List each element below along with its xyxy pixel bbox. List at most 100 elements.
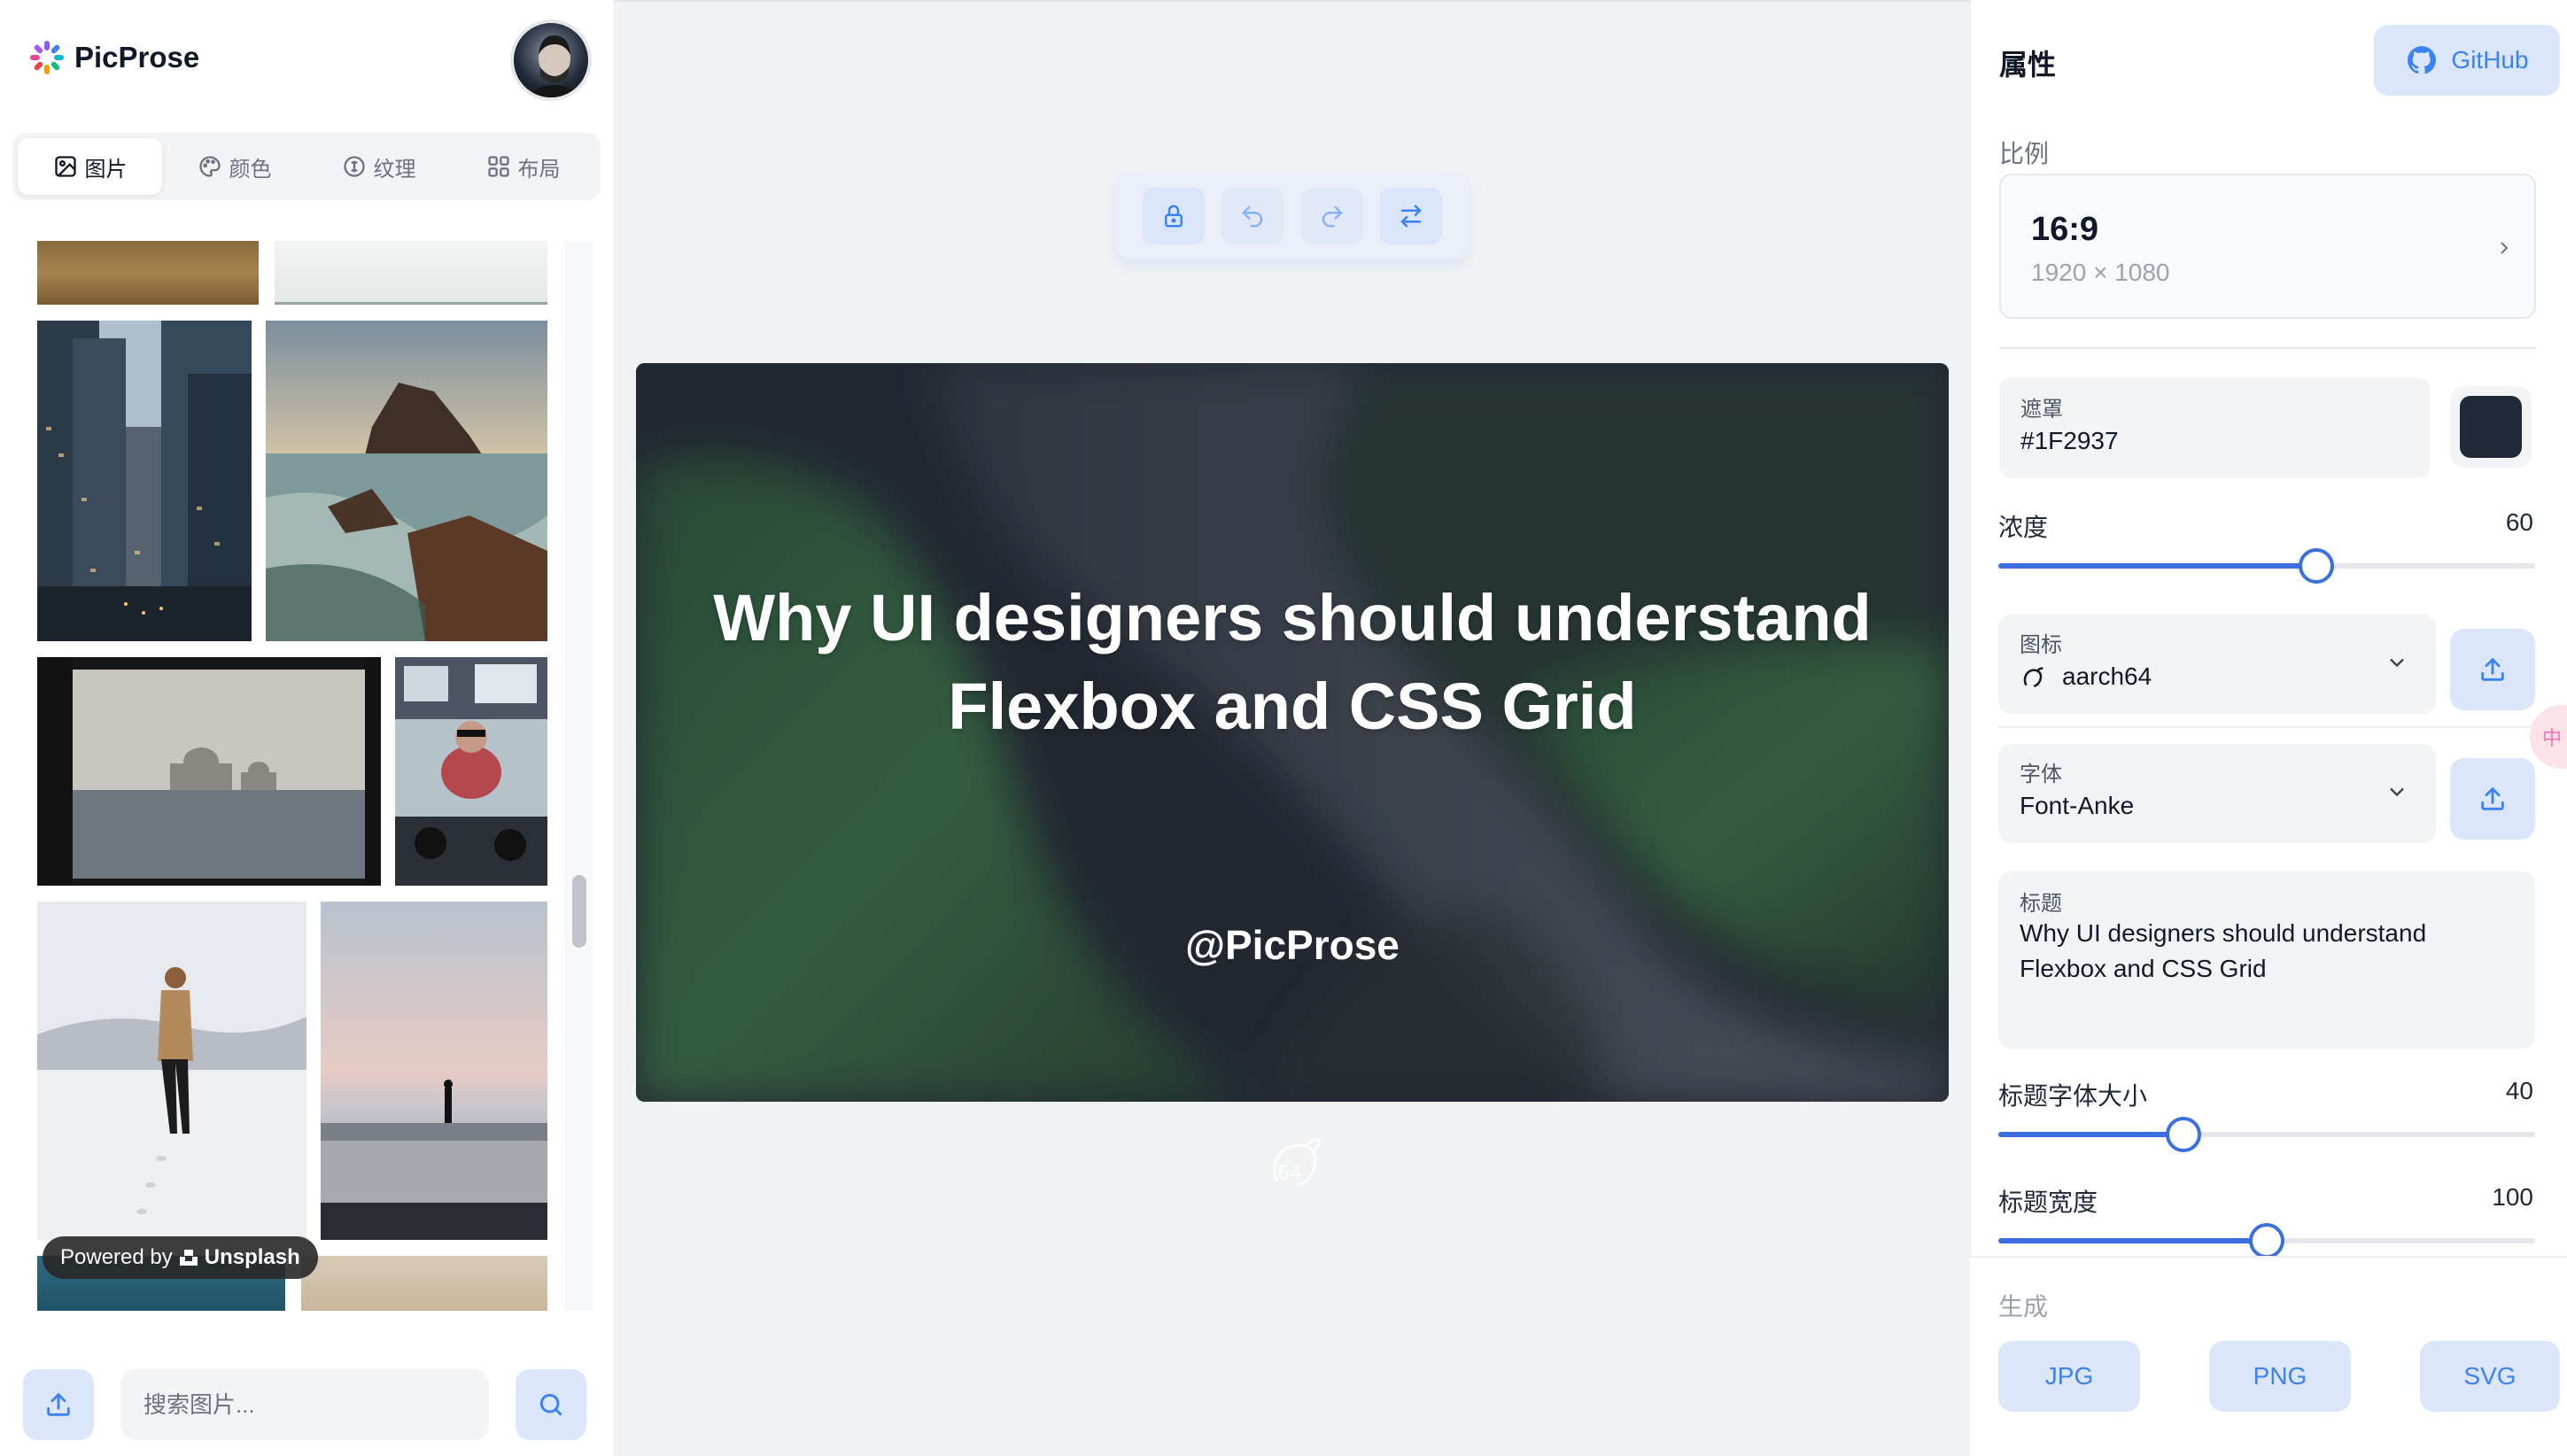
gallery-image-dj[interactable] [395,657,547,886]
github-icon [2408,46,2437,74]
gallery-scrollbar-thumb[interactable] [572,875,586,948]
opacity-value: 60 [2505,508,2533,536]
opacity-slider-knob[interactable] [2299,548,2334,584]
tab-layout[interactable]: 布局 [451,138,595,195]
image-icon [54,156,76,177]
ratio-selector[interactable]: 16:9 1920 × 1080 [1999,174,2536,319]
lock-button[interactable] [1142,188,1205,244]
mask-value: #1F2937 [2020,427,2119,454]
chevron-right-icon [2501,242,2509,254]
unsplash-brand: Unsplash [204,1245,300,1269]
gallery-image-mist[interactable] [275,241,547,305]
gallery-scrollbar-track[interactable] [565,241,593,1311]
search-input[interactable] [120,1369,489,1440]
canvas-toolbar [1116,174,1469,259]
icon-label: 图标 [2020,633,2062,657]
heading-textarea[interactable]: 标题 Why UI designers should understand Fl… [1998,871,2535,1049]
opacity-label: 浓度 [1998,514,2049,541]
side-float-tab-label: 中 [2542,727,2563,749]
preview-canvas[interactable]: Why UI designers should understand Flexb… [636,363,1949,1102]
export-svg-button[interactable]: SVG [2420,1341,2560,1412]
title-width-label: 标题宽度 [1998,1189,2098,1216]
app-logo[interactable]: PicProse [28,39,199,76]
unsplash-logo-icon [179,1250,198,1266]
title-size-slider[interactable] [1998,1117,2535,1152]
tab-texture-label: 纹理 [373,157,416,182]
gallery-image-skyscrapers[interactable] [37,321,252,641]
logo-icon [30,41,64,74]
icon-value: aarch64 [2062,662,2152,690]
title-size-value: 40 [2505,1077,2533,1104]
gallery-image-venice-window[interactable] [37,657,381,886]
canvas-title-line2: Flexbox and CSS Grid [948,670,1637,743]
upload-icon-button[interactable] [2450,629,2535,710]
title-width-slider-knob[interactable] [2249,1223,2284,1259]
title-width-value: 100 [2492,1183,2533,1211]
gallery-image-desert-man[interactable] [37,902,306,1240]
aarch64-watermark-icon: 64 [1261,1130,1325,1194]
chevron-down-icon [2390,658,2404,668]
redo-icon [1322,205,1343,228]
ratio-label: 比例 [1999,140,2050,167]
font-label: 字体 [2020,763,2062,786]
github-label: GitHub [2451,46,2529,74]
upload-font-button[interactable] [2450,758,2535,840]
ratio-size: 1920 × 1080 [2031,259,2170,286]
icon-select[interactable]: 图标 aarch64 [1998,615,2436,714]
panel-title: 属性 [1999,49,2057,81]
lock-icon [1164,205,1183,228]
undo-icon [1242,205,1263,228]
font-value: Font-Anke [2020,792,2135,819]
source-tabs: 图片 颜色 纹理 布局 [12,133,601,200]
canvas-title-line1: Why UI designers should understand [713,581,1872,654]
tab-image[interactable]: 图片 [18,138,162,195]
title-size-slider-knob[interactable] [2166,1117,2201,1152]
unsplash-attribution[interactable]: Powered by Unsplash [43,1236,318,1279]
swap-button[interactable] [1380,188,1443,244]
layout-grid-icon [487,156,509,177]
opacity-slider-fill [1998,563,2316,569]
opacity-slider[interactable] [1998,548,2535,584]
swap-arrows-icon [1400,205,1423,228]
image-gallery [37,241,547,1311]
search-button[interactable] [516,1369,586,1440]
palette-icon [198,156,221,177]
mask-color-field[interactable]: 遮罩 #1F2937 [1999,377,2430,478]
avatar-portrait [529,35,580,97]
gallery-image-beach-sunset[interactable] [321,902,547,1240]
title-size-slider-fill [1998,1132,2183,1137]
font-select[interactable]: 字体 Font-Anke [1998,744,2436,843]
upload-image-button[interactable] [23,1369,94,1440]
title-width-slider-fill [1998,1238,2267,1243]
section-divider [1999,347,2536,349]
generate-label: 生成 [1998,1293,2049,1320]
mask-color-swatch[interactable] [2450,386,2532,468]
avatar[interactable] [510,19,592,101]
ratio-value: 16:9 [2031,211,2099,248]
gallery-image-sand[interactable] [301,1256,547,1311]
section-divider-2 [1998,726,2535,728]
export-jpg-button[interactable]: JPG [1998,1341,2140,1412]
title-width-slider[interactable] [1998,1223,2535,1259]
canvas-title: Why UI designers should understand Flexb… [636,574,1949,751]
left-panel: PicProse 图片 颜色 纹理 布局 Powered by Unsplash… [0,0,615,1456]
tab-color[interactable]: 颜色 [162,138,306,195]
github-button[interactable]: GitHub [2374,25,2560,96]
mask-label: 遮罩 [2020,398,2063,422]
search-icon [539,1393,562,1416]
gallery-image-grass[interactable] [37,241,259,305]
redo-button[interactable] [1300,188,1363,244]
tab-image-label: 图片 [84,157,128,182]
chevron-down-icon [2390,787,2404,797]
tab-layout-label: 布局 [517,157,561,182]
heading-label: 标题 [2020,892,2062,916]
svg-text:64: 64 [1277,1163,1302,1185]
aarch64-icon [2023,667,2044,688]
undo-button[interactable] [1221,188,1284,244]
gallery-image-sea-rocks[interactable] [266,321,547,641]
heading-value: Why UI designers should understand Flexb… [2020,919,2427,982]
tab-color-label: 颜色 [229,157,272,182]
upload-icon [47,1392,70,1416]
export-png-button[interactable]: PNG [2209,1341,2351,1412]
tab-texture[interactable]: 纹理 [306,138,451,195]
